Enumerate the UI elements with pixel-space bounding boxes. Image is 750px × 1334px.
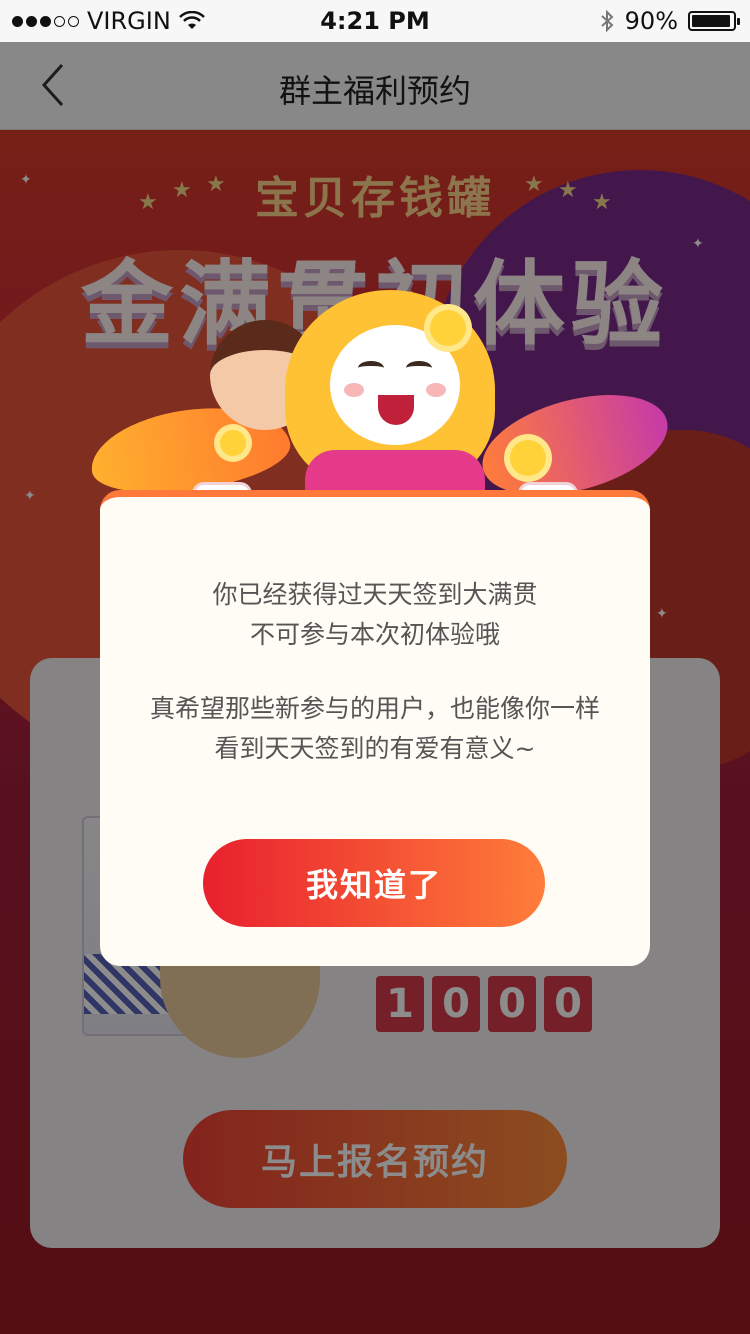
dialog-message-secondary: 真希望那些新参与的用户，也能像你一样 看到天天签到的有爱有意义~ (100, 689, 650, 769)
flower-icon (430, 310, 466, 346)
dialog-message-primary: 你已经获得过天天签到大满贯 不可参与本次初体验哦 (100, 575, 650, 655)
battery-icon (688, 11, 740, 31)
status-right: 90% (599, 7, 740, 35)
battery-percent: 90% (624, 7, 678, 35)
flower-icon (510, 440, 546, 476)
dialog-illustration (85, 280, 679, 522)
dialog-line: 看到天天签到的有爱有意义~ (214, 734, 536, 763)
dialog-line: 不可参与本次初体验哦 (249, 620, 500, 649)
dialog-line: 真希望那些新参与的用户，也能像你一样 (149, 694, 600, 723)
flower-icon (220, 430, 246, 456)
notice-dialog: 你已经获得过天天签到大满贯 不可参与本次初体验哦 真希望那些新参与的用户，也能像… (100, 490, 650, 966)
dialog-line: 你已经获得过天天签到大满贯 (212, 580, 538, 609)
bluetooth-icon (600, 9, 614, 33)
status-bar: VIRGIN 4:21 PM 90% (0, 0, 750, 42)
confirm-button[interactable]: 我知道了 (203, 839, 545, 927)
